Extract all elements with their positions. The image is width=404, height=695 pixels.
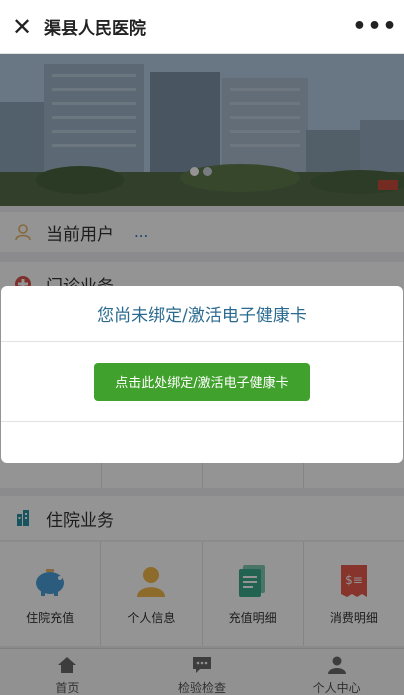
bind-health-card-button[interactable]: 点击此处绑定/激活电子健康卡	[94, 362, 310, 401]
page-title: 渠县人民医院	[44, 19, 146, 39]
dialog-body: 点击此处绑定/激活电子健康卡	[1, 342, 403, 422]
dialog-title: 您尚未绑定/激活电子健康卡	[1, 286, 403, 342]
more-options-icon[interactable]: •••	[346, 0, 404, 54]
close-icon[interactable]: ✕	[0, 0, 44, 54]
bind-health-card-dialog: 您尚未绑定/激活电子健康卡 点击此处绑定/激活电子健康卡	[1, 286, 403, 463]
top-navigation-bar: ✕ 渠县人民医院 •••	[0, 0, 404, 54]
